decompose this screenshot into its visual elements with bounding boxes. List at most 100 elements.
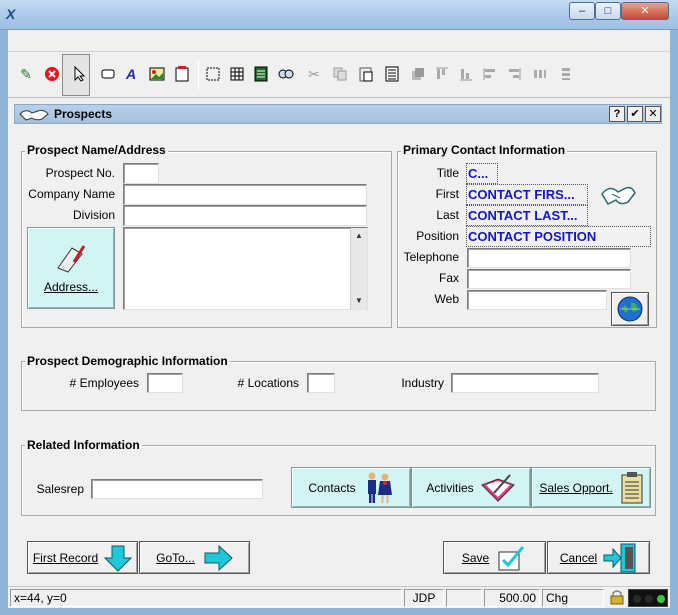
menu-bar[interactable]: [8, 30, 670, 52]
align-top-icon[interactable]: [432, 64, 452, 84]
button-icon[interactable]: [98, 64, 118, 84]
label-a-icon[interactable]: A: [121, 64, 141, 84]
industry-label: Industry: [401, 376, 444, 390]
industry-field[interactable]: [451, 373, 599, 393]
fax-field[interactable]: [467, 269, 631, 289]
paste-icon[interactable]: [356, 64, 376, 84]
employees-field[interactable]: [147, 373, 183, 393]
company-name-label: Company Name: [28, 187, 115, 201]
contact-first-name-value[interactable]: CONTACT FIRS...: [466, 184, 588, 205]
arrow-right-icon: [204, 544, 233, 571]
telephone-label: Telephone: [403, 250, 459, 264]
scroll-down-icon[interactable]: ▼: [351, 293, 367, 309]
contacts-button[interactable]: Contacts: [291, 467, 411, 508]
align-bottom-icon[interactable]: [456, 64, 476, 84]
list-icon[interactable]: [251, 64, 271, 84]
app-icon: X: [6, 6, 16, 22]
contact-position-value[interactable]: CONTACT POSITION: [466, 226, 651, 247]
web-field[interactable]: [467, 290, 607, 310]
telephone-field[interactable]: [467, 248, 631, 268]
save-label: Save: [461, 550, 490, 565]
contacts-button-label: Contacts: [308, 480, 356, 495]
address-button-label: Address...: [43, 280, 99, 294]
company-name-field[interactable]: [123, 184, 367, 205]
fax-label: Fax: [438, 271, 459, 285]
pointer-icon[interactable]: [70, 64, 90, 84]
status-amount: 500.00: [484, 589, 540, 607]
space-horizontal-icon[interactable]: [530, 64, 550, 84]
address-textarea[interactable]: [123, 227, 368, 310]
ok-button[interactable]: ✔: [627, 106, 643, 122]
employees-label: # Employees: [69, 376, 139, 390]
minimize-button[interactable]: –: [569, 2, 595, 20]
cut-icon[interactable]: ✂: [304, 64, 324, 84]
locations-label: # Locations: [237, 376, 299, 390]
copy-icon[interactable]: [330, 64, 350, 84]
status-blank: [446, 589, 482, 607]
web-browse-button[interactable]: [611, 292, 649, 326]
web-label: Web: [434, 292, 459, 306]
activities-button-label: Activities: [426, 480, 474, 495]
prospect-group-label: Prospect Name/Address: [25, 143, 168, 157]
help-button[interactable]: ?: [609, 106, 625, 122]
contact-last-name-value[interactable]: CONTACT LAST...: [466, 205, 588, 226]
space-vertical-icon[interactable]: [556, 64, 576, 84]
salesrep-field[interactable]: [91, 479, 263, 499]
exit-door-icon: [603, 543, 636, 572]
form-title: Prospects: [54, 107, 113, 121]
prospect-no-label: Prospect No.: [45, 166, 115, 180]
status-user: JDP: [404, 589, 444, 607]
first-record-button[interactable]: First Record: [27, 541, 138, 574]
align-right-icon[interactable]: [504, 64, 524, 84]
scroll-up-icon[interactable]: ▲: [351, 228, 367, 244]
contact-handshake-icon[interactable]: [600, 180, 636, 213]
sales-opp-button-label: Sales Opport.: [539, 480, 613, 495]
find-icon[interactable]: [276, 64, 296, 84]
people-icon: [367, 472, 392, 503]
lock-icon: [610, 589, 624, 608]
activities-button[interactable]: Activities: [411, 467, 531, 508]
cancel-label: Cancel: [559, 550, 598, 565]
close-window-button[interactable]: ✕: [621, 2, 669, 20]
prospect-no-field[interactable]: [123, 163, 159, 184]
division-label: Division: [72, 208, 115, 222]
maximize-button[interactable]: □: [595, 2, 621, 20]
bring-front-icon[interactable]: [408, 64, 428, 84]
first-record-label: First Record: [32, 550, 99, 565]
division-field[interactable]: [123, 205, 367, 226]
status-mode: Chg: [542, 589, 604, 607]
select-box-icon[interactable]: [203, 64, 223, 84]
contact-group-label: Primary Contact Information: [401, 143, 568, 157]
handshake-icon: [18, 105, 50, 126]
address-scrollbar[interactable]: ▲ ▼: [350, 228, 367, 309]
align-left-icon[interactable]: [480, 64, 500, 84]
locations-field[interactable]: [307, 373, 335, 393]
image-icon[interactable]: [147, 64, 167, 84]
salesrep-label: Salesrep: [36, 482, 84, 496]
goto-label: GoTo...: [156, 550, 195, 565]
cancel-button[interactable]: Cancel: [547, 541, 650, 574]
save-button[interactable]: Save: [443, 541, 546, 574]
arrow-down-icon: [104, 545, 133, 572]
related-group-label: Related Information: [25, 438, 142, 452]
properties-icon[interactable]: [382, 64, 402, 84]
status-coordinates: x=44, y=0: [10, 589, 402, 607]
save-check-pen-icon: [498, 545, 525, 570]
last-name-label: Last: [436, 208, 459, 222]
clipboard-icon: [621, 471, 643, 503]
position-label: Position: [416, 229, 459, 243]
address-book-icon: [57, 245, 86, 273]
contact-title-value[interactable]: C...: [466, 163, 498, 184]
grid-icon[interactable]: [227, 64, 247, 84]
globe-icon: [617, 296, 643, 322]
form-close-button[interactable]: ✕: [645, 106, 661, 122]
sales-opportunities-button[interactable]: Sales Opport.: [531, 467, 651, 508]
status-lights-icon: [628, 589, 668, 607]
address-button[interactable]: Address...: [27, 227, 115, 309]
title-label: Title: [436, 166, 459, 180]
demographic-group-label: Prospect Demographic Information: [25, 354, 230, 368]
form-icon[interactable]: [172, 64, 192, 84]
first-name-label: First: [435, 187, 459, 201]
goto-button[interactable]: GoTo...: [139, 541, 250, 574]
activities-book-icon: [480, 473, 515, 502]
